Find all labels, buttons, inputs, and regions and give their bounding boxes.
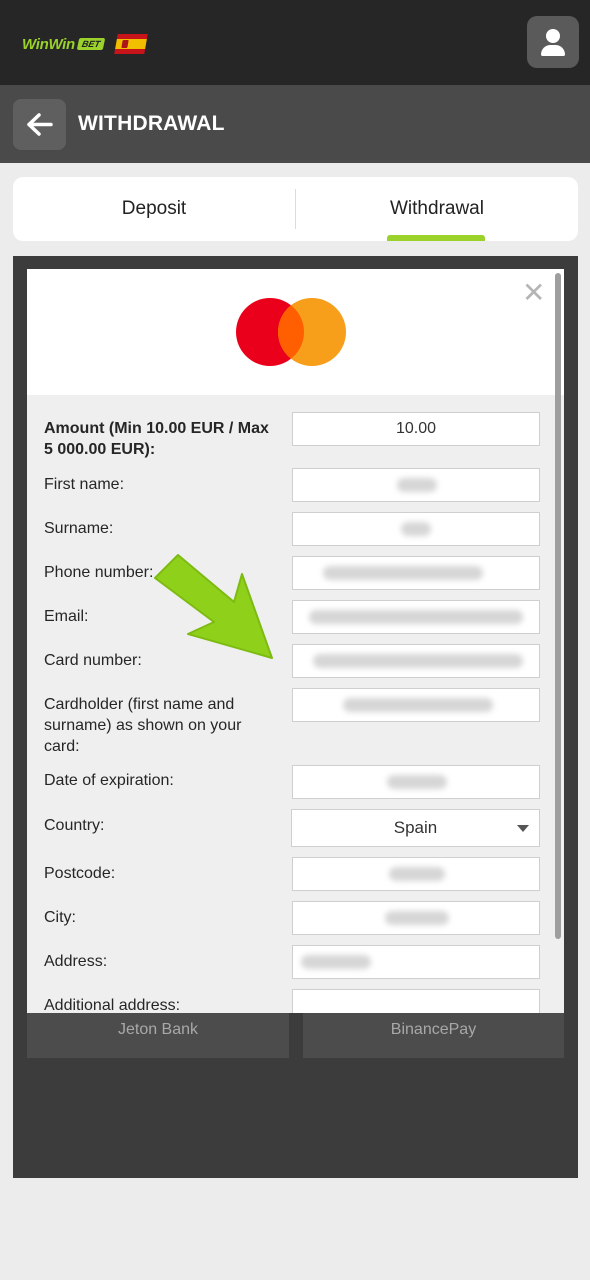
postcode-label: Postcode: — [44, 865, 116, 882]
spain-flag-icon[interactable] — [114, 34, 148, 54]
chevron-down-icon — [517, 825, 529, 832]
card-number-input[interactable] — [292, 644, 540, 678]
cardholder-input[interactable] — [292, 688, 540, 722]
phone-number-input[interactable] — [292, 556, 540, 590]
country-select[interactable]: Spain — [291, 809, 540, 847]
amount-label: Amount (Min 10.00 EUR / Max 5 000.00 EUR… — [44, 420, 269, 458]
active-tab-indicator — [387, 235, 485, 241]
country-label: Country: — [44, 817, 105, 834]
country-select-value: Spain — [393, 818, 438, 837]
page-header: WITHDRAWAL — [0, 85, 590, 163]
phone-number-label: Phone number: — [44, 564, 154, 581]
first-name-label: First name: — [44, 476, 125, 493]
address-label: Address: — [44, 953, 108, 970]
modal-scrollbar[interactable] — [555, 273, 561, 939]
first-name-input[interactable] — [292, 468, 540, 502]
back-button[interactable] — [13, 99, 66, 150]
postcode-input[interactable] — [292, 857, 540, 891]
expiration-input[interactable] — [292, 765, 540, 799]
withdrawal-modal: ✕ Amount (Min 10.00 EUR / Max 5 000.00 E… — [27, 269, 564, 1013]
amount-input[interactable]: 10.00 — [292, 412, 540, 446]
back-arrow-icon — [27, 113, 53, 136]
city-input[interactable] — [292, 901, 540, 935]
address-input[interactable] — [292, 945, 540, 979]
tab-withdrawal[interactable]: Withdrawal — [296, 177, 578, 241]
user-icon[interactable] — [527, 16, 579, 68]
cardholder-label: Cardholder (first name and surname) as s… — [44, 696, 242, 755]
payment-method-jeton-bank[interactable]: Jeton Bank — [27, 1012, 289, 1058]
page-title: WITHDRAWAL — [78, 112, 225, 135]
tab-bar: Deposit Withdrawal — [13, 177, 578, 241]
top-bar: WinWin BET — [0, 0, 590, 85]
additional-address-label: Additional address: — [44, 997, 181, 1013]
surname-input[interactable] — [292, 512, 540, 546]
logo-badge: BET — [76, 38, 106, 50]
winwinbet-logo[interactable]: WinWin BET — [22, 34, 148, 54]
close-icon[interactable]: ✕ — [522, 279, 545, 307]
additional-address-input[interactable] — [292, 989, 540, 1013]
logo-word: WinWin — [22, 35, 75, 53]
email-label: Email: — [44, 608, 89, 625]
surname-label: Surname: — [44, 520, 114, 537]
annotation-arrow-icon — [154, 554, 273, 659]
tab-deposit[interactable]: Deposit — [13, 177, 295, 241]
modal-header: ✕ — [27, 269, 564, 395]
card-number-label: Card number: — [44, 652, 142, 669]
email-input[interactable] — [292, 600, 540, 634]
expiration-label: Date of expiration: — [44, 772, 174, 789]
payment-method-binancepay[interactable]: BinancePay — [303, 1012, 564, 1058]
city-label: City: — [44, 909, 76, 926]
